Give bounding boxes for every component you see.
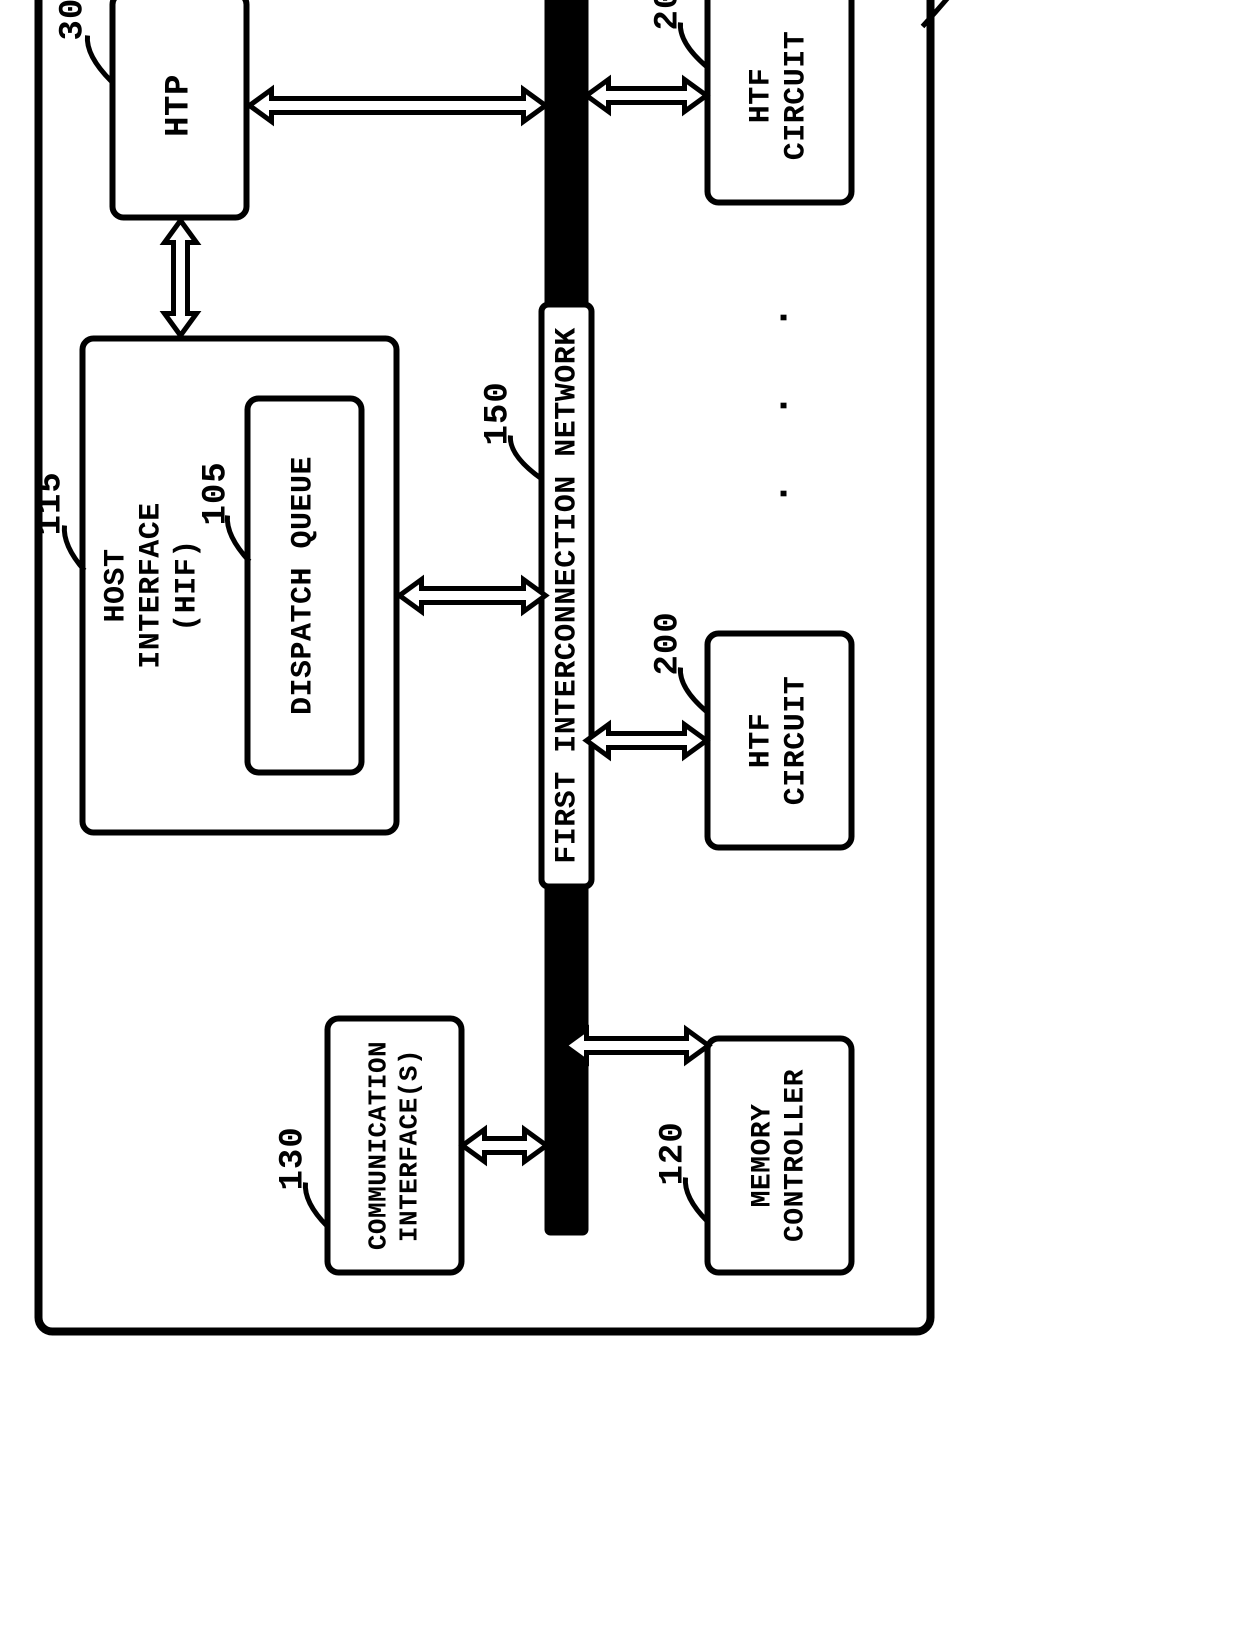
memory-controller-block: MEMORY CONTROLLER xyxy=(705,1036,855,1276)
htf2-label-line2: CIRCUIT xyxy=(780,31,815,161)
htf1-label-line2: CIRCUIT xyxy=(780,676,815,806)
ref-htp: 300 xyxy=(55,0,93,41)
dispatch-queue-label: DISPATCH QUEUE xyxy=(287,456,322,715)
ref-bus: 150 xyxy=(480,381,518,445)
hif-label-line2: INTERFACE xyxy=(135,502,170,669)
htf2-label-line1: HTF xyxy=(744,68,779,124)
mem-label-line1: MEMORY xyxy=(746,1104,779,1208)
htf-circuit-block-2: HTF CIRCUIT xyxy=(705,0,855,206)
dispatch-queue-block: DISPATCH QUEUE xyxy=(245,396,365,776)
ref-dispatch: 105 xyxy=(198,461,236,525)
ellipsis: . . . xyxy=(755,285,800,505)
htp-label: HTP xyxy=(159,74,199,137)
ref-comm: 130 xyxy=(275,1126,313,1190)
htf1-label-line1: HTF xyxy=(744,713,779,769)
ref-htf1: 200 xyxy=(650,611,688,675)
hif-label-line3: (HIF) xyxy=(170,539,205,632)
interconnection-network-label: FIRST INTERCONNECTION NETWORK xyxy=(539,301,595,890)
htp-block: HTP xyxy=(110,0,250,221)
mem-label-line2: CONTROLLER xyxy=(780,1069,813,1242)
htf-circuit-block-1: HTF CIRCUIT xyxy=(705,631,855,851)
interconnection-network-bus: FIRST INTERCONNECTION NETWORK xyxy=(545,0,589,1236)
communication-interface-block: COMMUNICATION INTERFACE(S) xyxy=(325,1016,465,1276)
comm-label-line2: INTERFACE(S) xyxy=(395,1049,426,1242)
ref-htf2: 200 xyxy=(650,0,688,31)
hif-label-line1: HOST xyxy=(100,549,135,623)
comm-label-line1: COMMUNICATION xyxy=(364,1041,395,1250)
ref-hif: 115 xyxy=(33,471,71,535)
ref-mem: 120 xyxy=(655,1121,693,1185)
